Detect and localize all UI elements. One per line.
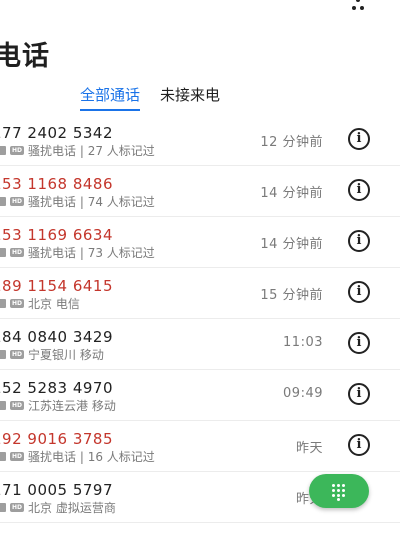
call-detail-line: HD 骚扰电话 | 27 人标记过	[0, 142, 155, 159]
call-type-icon	[0, 197, 6, 206]
dialpad-icon	[331, 483, 347, 501]
call-number: 171 0005 5797	[0, 481, 114, 499]
call-detail: 北京 虚拟运营商	[28, 501, 116, 515]
info-icon[interactable]: i	[348, 332, 370, 354]
info-icon[interactable]: i	[348, 281, 370, 303]
call-time: 15 分钟前	[260, 288, 323, 303]
call-detail: 北京 电信	[28, 297, 80, 311]
call-number: 192 9016 3785	[0, 430, 114, 448]
info-icon[interactable]: i	[348, 434, 370, 456]
tab-all-calls[interactable]: 全部通话	[80, 84, 141, 111]
hd-badge: HD	[10, 401, 25, 410]
call-row[interactable]: 192 9016 3785 HD 骚扰电话 | 16 人标记过 昨天 i	[0, 421, 400, 472]
call-time: 14 分钟前	[260, 186, 323, 201]
call-row[interactable]: 153 1168 8486 HD 骚扰电话 | 74 人标记过 14 分钟前 i	[0, 166, 400, 217]
dialpad-button[interactable]	[309, 474, 369, 508]
hd-badge: HD	[10, 146, 25, 155]
call-detail: 江苏连云港 移动	[28, 399, 116, 413]
tab-bar: 全部通话 未接来电	[80, 84, 220, 111]
call-detail: 宁夏银川 移动	[28, 348, 104, 362]
call-detail-line: HD 北京 虚拟运营商	[0, 499, 116, 516]
call-type-icon	[0, 452, 6, 461]
hd-badge: HD	[10, 350, 25, 359]
call-number: 153 1169 6634	[0, 226, 114, 244]
call-detail: 骚扰电话 | 16 人标记过	[28, 450, 155, 464]
hd-badge: HD	[10, 299, 25, 308]
hd-badge: HD	[10, 248, 25, 257]
call-number: 152 5283 4970	[0, 379, 114, 397]
call-type-icon	[0, 248, 6, 257]
call-type-icon	[0, 503, 6, 512]
call-type-icon	[0, 299, 6, 308]
call-detail: 骚扰电话 | 27 人标记过	[28, 144, 155, 158]
call-detail-line: HD 骚扰电话 | 74 人标记过	[0, 193, 155, 210]
call-list: 177 2402 5342 HD 骚扰电话 | 27 人标记过 12 分钟前 i…	[0, 115, 400, 523]
hd-badge: HD	[10, 452, 25, 461]
call-detail-line: HD 宁夏银川 移动	[0, 346, 104, 363]
call-row[interactable]: 184 0840 3429 HD 宁夏银川 移动 11:03 i	[0, 319, 400, 370]
call-number: 177 2402 5342	[0, 124, 114, 142]
call-type-icon	[0, 350, 6, 359]
info-icon[interactable]: i	[348, 230, 370, 252]
hd-badge: HD	[10, 503, 25, 512]
call-detail-line: HD 骚扰电话 | 16 人标记过	[0, 448, 155, 465]
info-icon[interactable]: i	[348, 128, 370, 150]
call-type-icon	[0, 146, 6, 155]
call-time: 11:03	[283, 335, 323, 350]
page-title: 电话	[0, 41, 50, 72]
call-type-icon	[0, 401, 6, 410]
call-row[interactable]: 153 1169 6634 HD 骚扰电话 | 73 人标记过 14 分钟前 i	[0, 217, 400, 268]
more-options-icon[interactable]	[352, 0, 364, 14]
info-icon[interactable]: i	[348, 179, 370, 201]
call-detail: 骚扰电话 | 73 人标记过	[28, 246, 155, 260]
tab-missed-calls[interactable]: 未接来电	[160, 84, 220, 111]
call-time: 14 分钟前	[260, 237, 323, 252]
call-time: 昨天	[295, 441, 323, 456]
call-number: 153 1168 8486	[0, 175, 114, 193]
call-number: 184 0840 3429	[0, 328, 114, 346]
call-detail-line: HD 骚扰电话 | 73 人标记过	[0, 244, 155, 261]
call-time: 12 分钟前	[260, 135, 323, 150]
call-row[interactable]: 189 1154 6415 HD 北京 电信 15 分钟前 i	[0, 268, 400, 319]
call-time: 09:49	[283, 386, 323, 401]
call-row[interactable]: 152 5283 4970 HD 江苏连云港 移动 09:49 i	[0, 370, 400, 421]
call-detail-line: HD 江苏连云港 移动	[0, 397, 116, 414]
info-icon[interactable]: i	[348, 383, 370, 405]
call-row[interactable]: 177 2402 5342 HD 骚扰电话 | 27 人标记过 12 分钟前 i	[0, 115, 400, 166]
hd-badge: HD	[10, 197, 25, 206]
call-detail: 骚扰电话 | 74 人标记过	[28, 195, 155, 209]
call-number: 189 1154 6415	[0, 277, 114, 295]
call-detail-line: HD 北京 电信	[0, 295, 80, 312]
